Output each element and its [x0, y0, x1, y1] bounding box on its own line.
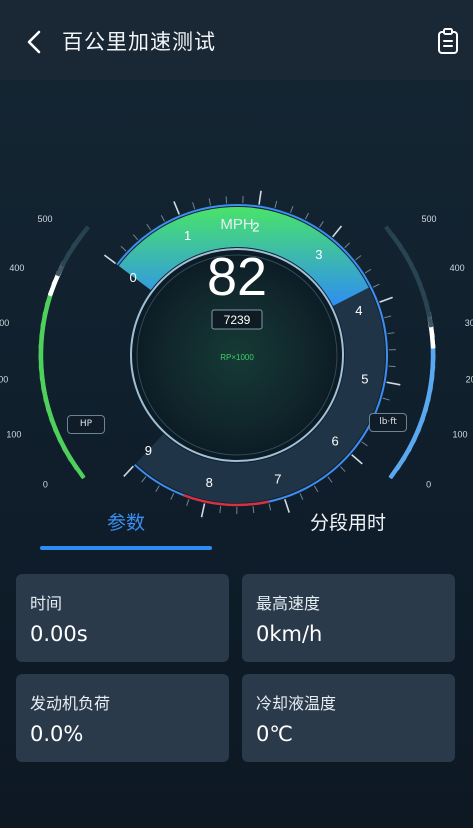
left-scale-label: 200	[0, 374, 8, 384]
gauge-tick	[299, 493, 304, 500]
gauge-tick	[146, 223, 152, 231]
card-value: 0℃	[256, 722, 293, 746]
gauge-tick	[379, 296, 393, 303]
app-header: 百公里加速测试	[0, 0, 473, 80]
gauge-tick	[340, 466, 346, 472]
rpm-tick-label: 0	[130, 270, 137, 285]
card-label: 冷却液温度	[256, 694, 337, 713]
gauge-tick	[313, 485, 319, 493]
gauge-tick	[141, 476, 147, 483]
card-label: 最高速度	[256, 594, 321, 613]
rpm-tick-label: 7	[274, 471, 281, 486]
gauge-tick	[290, 205, 294, 213]
main-content: 0123456789 01002003004005000100200300400…	[0, 80, 473, 828]
gauge-tick	[173, 201, 180, 215]
speed-value: 82	[207, 247, 267, 307]
left-scale-label: 0	[43, 480, 48, 490]
card-value: 0.00s	[30, 622, 88, 646]
left-scale-label: 300	[0, 318, 9, 328]
gauge-tick	[344, 242, 351, 249]
gauge-tick	[384, 315, 392, 319]
right-scale-bar	[384, 225, 403, 249]
speed-unit: MPH	[220, 216, 253, 233]
tab-bar: 参数 分段用时	[0, 500, 473, 550]
right-scale-label: 400	[450, 263, 465, 273]
gauge-tick	[170, 492, 175, 500]
chevron-left-icon[interactable]	[22, 28, 48, 56]
gauge-tick	[361, 441, 368, 447]
right-scale-label: 200	[466, 374, 473, 384]
card-value: 0km/h	[256, 622, 323, 646]
left-scale-bar	[71, 225, 90, 249]
card-coolant-temp: 冷却液温度 0℃	[242, 674, 455, 762]
gauge-tick	[364, 268, 372, 274]
gauge-tick	[192, 202, 196, 210]
card-engine-load: 发动机负荷 0.0%	[16, 674, 229, 762]
gauge-tick	[327, 476, 333, 483]
left-scale-label: 400	[9, 263, 24, 273]
gauge-tick	[208, 198, 211, 206]
right-scale-label: 300	[465, 318, 473, 328]
rpm-tick-label: 9	[145, 443, 152, 458]
gauge-tick	[388, 365, 396, 368]
hp-unit-label: HP	[67, 415, 105, 434]
page-title: 百公里加速测试	[62, 30, 216, 54]
gauge-tick	[160, 214, 165, 222]
rpm-unit: RP×1000	[220, 353, 254, 362]
gauge-tick	[120, 245, 127, 252]
clipboard-icon[interactable]	[436, 27, 460, 55]
rpm-tick-label: 8	[206, 475, 213, 490]
gauge-tick	[103, 254, 117, 265]
torque-unit-label: lb·ft	[369, 413, 407, 432]
left-scale-label: 500	[37, 214, 52, 224]
tab-split-times[interactable]: 分段用时	[262, 510, 434, 536]
gauge-tick	[155, 485, 160, 492]
left-scale-label: 100	[6, 430, 21, 440]
rpm-value: 7239	[224, 313, 251, 327]
card-value: 0.0%	[30, 722, 84, 746]
speedometer-gauge: 0123456789 01002003004005000100200300400…	[0, 190, 473, 518]
right-scale-label: 100	[453, 430, 468, 440]
gauge-tick	[387, 332, 395, 335]
rpm-tick-label: 3	[315, 247, 322, 262]
gauge-tick	[386, 381, 401, 386]
rpm-tick-label: 4	[355, 303, 362, 318]
tab-params[interactable]: 参数	[40, 510, 212, 536]
gauge-tick	[351, 454, 363, 465]
gauge-tick	[319, 221, 324, 228]
right-scale-label: 0	[426, 480, 431, 490]
gauge-tick	[274, 200, 278, 208]
card-label: 发动机负荷	[30, 694, 111, 713]
card-time: 时间 0.00s	[16, 574, 229, 662]
gauge-tick	[372, 283, 380, 288]
rpm-tick-label: 6	[331, 433, 338, 448]
rpm-tick-label: 1	[184, 228, 191, 243]
gauge-tick	[304, 212, 309, 220]
card-max-speed: 最高速度 0km/h	[242, 574, 455, 662]
active-tab-indicator	[40, 546, 212, 550]
right-scale-label: 500	[421, 214, 436, 224]
rpm-tick-label: 5	[361, 371, 368, 386]
gauge-tick	[123, 465, 134, 477]
gauge-tick	[132, 234, 139, 241]
gauge-tick	[258, 190, 262, 205]
card-label: 时间	[30, 594, 63, 613]
gauge-tick	[355, 255, 362, 261]
gauge-tick	[382, 397, 390, 401]
gauge-tick	[332, 225, 343, 238]
